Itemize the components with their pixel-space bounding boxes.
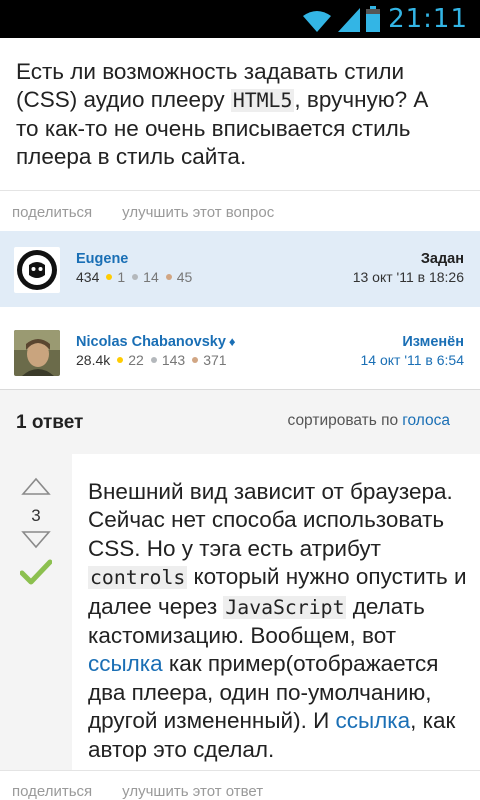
bronze-badge-count: 371 (203, 352, 227, 368)
asked-date: 13 окт '11 в 18:26 (352, 269, 464, 285)
answer-actions: поделиться улучшить этот ответ (12, 783, 293, 800)
edited-date[interactable]: 14 окт '11 в 6:54 (360, 352, 464, 368)
user-name[interactable]: Nicolas Chabanovsky ♦ (76, 334, 236, 350)
silver-badge-count: 14 (143, 269, 159, 285)
user-name-text[interactable]: Nicolas Chabanovsky (76, 334, 226, 350)
inline-code: controls (88, 566, 188, 590)
improve-question-link[interactable]: улучшить этот вопрос (122, 204, 274, 221)
bronze-badge-icon (192, 357, 199, 363)
user-name[interactable]: Eugene (76, 251, 128, 267)
edited-label[interactable]: Изменён (402, 334, 464, 350)
sort-votes-link[interactable]: голоса (402, 412, 450, 429)
gold-badge-icon (117, 357, 124, 363)
question-actions: поделиться улучшить этот вопрос (12, 204, 304, 221)
vote-count: 3 (31, 506, 41, 525)
divider (0, 190, 480, 191)
silver-badge-count: 143 (161, 352, 186, 368)
sort-control[interactable]: сортировать по голоса (288, 412, 450, 430)
signal-icon (338, 8, 360, 32)
answer-link-1[interactable]: ссылка (88, 651, 163, 676)
downvote-arrow-icon[interactable] (21, 531, 51, 549)
sort-label: сортировать по (287, 412, 399, 429)
asked-by-card[interactable]: Eugene 434 1 14 45 Задан 13 окт '11 в 18:26 (0, 231, 480, 307)
gold-badge-count: 22 (128, 352, 144, 368)
answer-count: 1 ответ (16, 412, 84, 433)
answers-header: 1 ответ сортировать по голоса (0, 389, 480, 454)
edited-by-card[interactable]: Nicolas Chabanovsky ♦ 28.4k 22 143 371 Измен… (0, 314, 480, 390)
answer-link-2[interactable]: ссылка (336, 708, 411, 733)
upvote-arrow-icon[interactable] (21, 477, 51, 495)
silver-badge-icon (150, 357, 157, 363)
improve-answer-link[interactable]: улучшить этот ответ (122, 783, 263, 800)
bronze-badge-icon (165, 274, 172, 280)
user-reputation: 28.4k 22 143 371 (76, 352, 227, 368)
reputation-value: 28.4k (76, 352, 111, 368)
vote-column: 3 (0, 453, 72, 770)
asked-label: Задан (420, 251, 464, 267)
share-question-link[interactable]: поделиться (12, 204, 92, 221)
bronze-badge-count: 45 (176, 269, 193, 285)
status-icons (302, 6, 380, 32)
wifi-icon (303, 11, 331, 32)
share-answer-link[interactable]: поделиться (12, 783, 92, 800)
answer-text-part: Внешний вид зависит от браузера. Сейчас … (88, 479, 453, 561)
inline-code: HTML5 (230, 89, 295, 112)
gold-badge-count: 1 (117, 269, 126, 285)
silver-badge-icon (132, 274, 139, 280)
user-reputation: 434 1 14 45 (76, 269, 192, 285)
reputation-value: 434 (76, 269, 100, 285)
question-body: Есть ли возможность задавать стили (CSS)… (16, 58, 456, 171)
inline-code: JavaScript (223, 595, 347, 619)
moderator-diamond-icon: ♦ (228, 334, 236, 349)
status-bar: 21:11 (0, 0, 480, 38)
battery-icon (366, 6, 380, 32)
answer-body: Внешний вид зависит от браузера. Сейчас … (88, 478, 468, 764)
accepted-check-icon (20, 559, 52, 585)
avatar[interactable] (14, 330, 60, 376)
gold-badge-icon (106, 274, 113, 280)
avatar[interactable] (14, 247, 60, 293)
divider (0, 770, 480, 771)
status-time: 21:11 (388, 4, 468, 34)
